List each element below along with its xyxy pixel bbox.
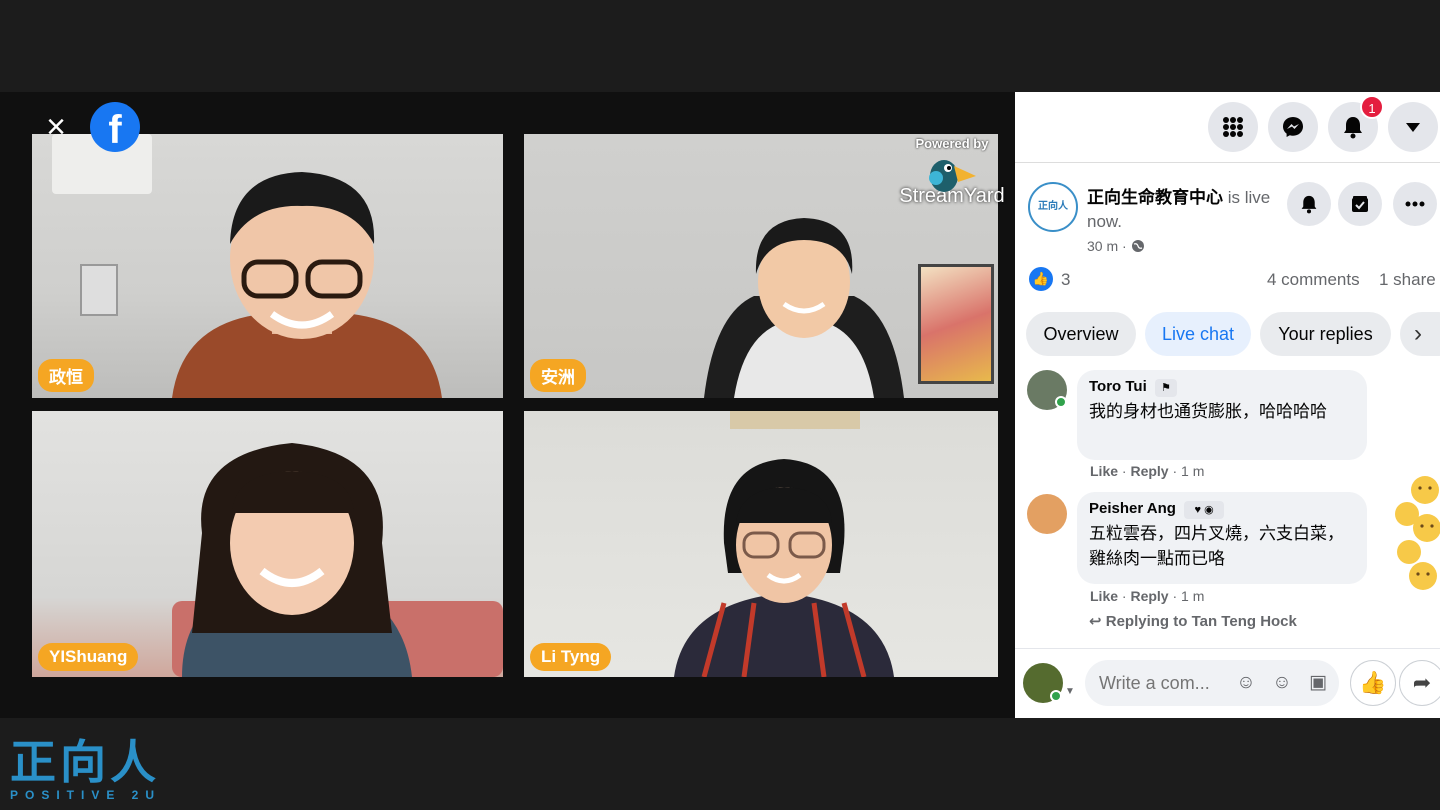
replying-to[interactable]: ↩ Replying to Tan Teng Hock: [1089, 612, 1297, 630]
floating-reactions: [1395, 476, 1440, 590]
chevron-right-icon: ›: [1414, 320, 1422, 347]
like-count[interactable]: 3: [1061, 270, 1070, 290]
live-status: 正向生命教育中心 is live now.: [1087, 186, 1287, 234]
sad-emoji-icon: [1413, 514, 1440, 542]
replying-to-text: Replying to Tan Teng Hock: [1105, 613, 1297, 630]
like-link[interactable]: Like: [1090, 463, 1118, 479]
notification-count-badge: 1: [1360, 95, 1384, 119]
comment-author[interactable]: Peisher Ang ♥ ◉: [1089, 500, 1355, 519]
comment-actions: Like · Reply · 1 m: [1090, 463, 1205, 479]
bell-icon: [1344, 117, 1362, 139]
facebook-logo-icon: f: [90, 102, 140, 152]
participant-name-tag: 政恒: [38, 359, 94, 392]
comment-actions: Like · Reply · 1 m: [1090, 588, 1205, 604]
wall-frame: [80, 264, 118, 316]
close-button[interactable]: ×: [38, 110, 74, 146]
comment-text: 五粒雲吞，四片叉燒，六支白菜，雞絲肉一點而已咯: [1089, 524, 1344, 568]
badge-icon: ♥ ◉: [1184, 501, 1225, 519]
participant-name-tag: YIShuang: [38, 643, 139, 671]
online-status-dot: [1050, 690, 1062, 702]
chevron-down-icon[interactable]: ▼: [1065, 686, 1075, 697]
page-name[interactable]: 正向生命教育中心: [1087, 188, 1223, 207]
composer-divider: [1015, 648, 1440, 649]
commenter-avatar[interactable]: [1027, 494, 1067, 534]
streamyard-duck-icon: [929, 160, 976, 192]
share-button[interactable]: ➦: [1399, 660, 1440, 706]
tab-your-replies[interactable]: Your replies: [1260, 312, 1391, 356]
share-arrow-icon: ➦: [1412, 670, 1432, 695]
sticker-icon[interactable]: ▣: [1307, 672, 1329, 694]
sad-emoji-icon: [1411, 476, 1439, 504]
reply-link[interactable]: Reply: [1130, 588, 1168, 604]
participant-figure: [704, 218, 904, 398]
account-menu-button[interactable]: [1388, 102, 1438, 152]
globe-icon: [1131, 240, 1144, 252]
participant-figure: [172, 172, 442, 398]
wall-light: [730, 411, 860, 429]
participant-tile-3: YIShuang: [32, 411, 503, 677]
online-status-dot: [1055, 396, 1067, 408]
participant-figure: [182, 443, 412, 677]
bell-icon: [1301, 195, 1317, 214]
comment-text: 我的身材也通货膨胀，哈哈哈哈: [1089, 402, 1327, 421]
reply-link[interactable]: Reply: [1130, 463, 1168, 479]
like-reaction-icon: 👍: [1029, 267, 1053, 291]
participant-figure: [674, 459, 894, 677]
menu-grid-icon: [1223, 117, 1243, 137]
comment-author[interactable]: Toro Tui ⚑: [1089, 378, 1355, 397]
thumbs-up-icon: 👍: [1359, 670, 1387, 695]
comment-composer[interactable]: ☺ ☺ ▣: [1085, 660, 1339, 706]
menu-grid-button[interactable]: [1208, 102, 1258, 152]
wall-poster: [918, 264, 994, 384]
flag-badge-icon: ⚑: [1154, 379, 1177, 397]
like-button[interactable]: 👍: [1350, 660, 1396, 706]
tab-overview[interactable]: Overview: [1026, 312, 1136, 356]
more-dots-icon: [1405, 201, 1425, 207]
follow-notifications-button[interactable]: [1287, 182, 1331, 226]
brand-logo-english: POSITIVE 2U: [10, 788, 162, 802]
reply-arrow-icon: ↩: [1089, 613, 1102, 630]
streamyard-watermark: Powered by StreamYard: [896, 136, 1008, 228]
emoji-icon[interactable]: ☺: [1271, 672, 1293, 694]
live-chat-panel: 1 正向人 正向生命教育中心 is live now. 30 m · 👍 3 4…: [1015, 92, 1440, 718]
participant-name-tag: 安洲: [530, 359, 586, 392]
comment-bubble: Toro Tui ⚑ 我的身材也通货膨胀，哈哈哈哈: [1077, 370, 1367, 460]
comment-time: 1 m: [1181, 588, 1205, 604]
page-avatar[interactable]: 正向人: [1028, 182, 1078, 232]
comment-input[interactable]: [1099, 670, 1219, 696]
tab-live-chat[interactable]: Live chat: [1145, 312, 1251, 356]
stream-viewer: 政恒 安洲 YIShuang Li Tyng × f Powered by St…: [0, 0, 1440, 810]
save-box-icon: [1352, 196, 1368, 212]
participant-tile-4: Li Tyng: [524, 411, 998, 677]
live-video[interactable]: 政恒 安洲 YIShuang Li Tyng: [0, 92, 1015, 718]
messenger-icon: [1283, 117, 1303, 137]
comment-time: 1 m: [1181, 463, 1205, 479]
more-options-button[interactable]: [1393, 182, 1437, 226]
participant-tile-1: 政恒: [32, 134, 503, 398]
avatar-sticker-icon[interactable]: ☺: [1235, 672, 1257, 694]
comments-count[interactable]: 4 comments: [1267, 270, 1360, 290]
like-link[interactable]: Like: [1090, 588, 1118, 604]
save-button[interactable]: [1338, 182, 1382, 226]
powered-by-label: Powered by: [915, 136, 989, 151]
header-divider: [1015, 162, 1440, 163]
post-time: 30 m ·: [1087, 238, 1145, 254]
brand-logo: 正向人 POSITIVE 2U: [10, 726, 170, 802]
tab-scroll-right-button[interactable]: ›: [1400, 312, 1440, 356]
messenger-button[interactable]: [1268, 102, 1318, 152]
participant-name-tag: Li Tyng: [530, 643, 612, 671]
comment-bubble: Peisher Ang ♥ ◉ 五粒雲吞，四片叉燒，六支白菜，雞絲肉一點而已咯: [1077, 492, 1367, 584]
shares-count[interactable]: 1 share: [1379, 270, 1436, 290]
brand-logo-chinese: 正向人: [10, 736, 160, 788]
caret-down-icon: [1406, 123, 1420, 132]
post-time-text: 30 m ·: [1087, 238, 1127, 254]
sad-emoji-icon: [1409, 562, 1437, 590]
sad-emoji-icon: [1397, 540, 1421, 564]
